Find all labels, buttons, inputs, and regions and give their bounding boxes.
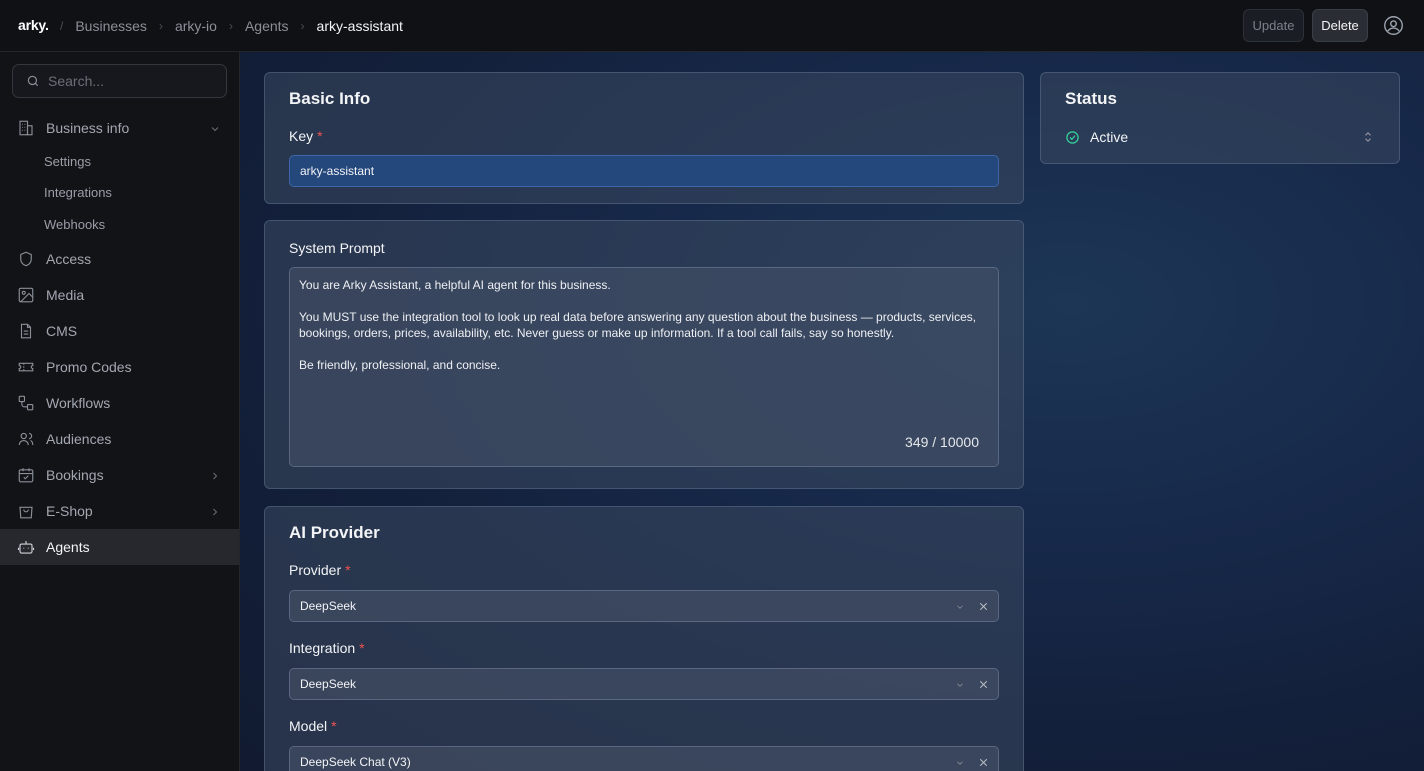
shopping-bag-icon [19, 506, 33, 519]
system-prompt-card: System Prompt You are Arky Assistant, a … [264, 220, 1024, 489]
prompt-paragraph: You MUST use the integration tool to loo… [299, 310, 977, 340]
integration-label: Integration * [289, 640, 365, 656]
basic-info-card: Basic Info Key * [264, 72, 1024, 204]
model-label: Model * [289, 718, 337, 734]
image-icon [18, 287, 34, 303]
status-select[interactable]: Active [1065, 129, 1128, 145]
sidebar-item-access[interactable]: Access [0, 241, 239, 277]
users-icon [18, 432, 34, 446]
sidebar-item-workflows[interactable]: Workflows [0, 385, 239, 421]
status-card: Status Active [1040, 72, 1400, 164]
top-bar: arky. / Businesses › arky-io › Agents › … [0, 0, 1424, 52]
card-title: AI Provider [289, 523, 380, 542]
chevron-up-down-icon[interactable] [1363, 130, 1373, 144]
sidebar-item-promo-codes[interactable]: Promo Codes [0, 349, 239, 385]
chevron-down-icon[interactable] [209, 123, 221, 135]
sidebar-item-label: CMS [46, 323, 78, 339]
sidebar-item-media[interactable]: Media [0, 277, 239, 313]
card-title: Status [1065, 89, 1117, 108]
workflow-icon [18, 395, 34, 411]
sidebar-subitem-webhooks[interactable]: Webhooks [44, 217, 105, 232]
sidebar-item-agents[interactable]: Agents [0, 529, 239, 565]
provider-value: DeepSeek [300, 599, 357, 613]
breadcrumb-separator: / [60, 19, 64, 33]
search-icon [27, 75, 39, 87]
sidebar-item-label: Promo Codes [46, 359, 132, 375]
card-title: Basic Info [289, 89, 371, 108]
provider-label: Provider * [289, 562, 351, 578]
integration-value: DeepSeek [300, 677, 357, 691]
check-circle-icon [1066, 130, 1079, 144]
search-input[interactable] [48, 73, 218, 89]
chevron-down-icon[interactable] [955, 680, 965, 690]
ticket-icon [18, 362, 34, 372]
breadcrumb-separator: › [300, 19, 305, 33]
update-button[interactable]: Update [1243, 9, 1304, 42]
breadcrumb-current: arky-assistant [316, 18, 403, 34]
breadcrumb-businesses[interactable]: Businesses [75, 18, 147, 34]
user-account-icon[interactable] [1383, 15, 1404, 36]
calendar-icon [18, 468, 34, 483]
breadcrumb: / Businesses › arky-io › Agents › arky-a… [60, 18, 403, 34]
prompt-paragraph: Be friendly, professional, and concise. [299, 358, 501, 372]
sidebar-item-label: Audiences [46, 431, 112, 447]
breadcrumb-arky-io[interactable]: arky-io [175, 18, 217, 34]
model-select[interactable]: DeepSeek Chat (V3) [289, 746, 999, 771]
chevron-down-icon[interactable] [955, 602, 965, 612]
sidebar-subitem-settings[interactable]: Settings [44, 154, 91, 169]
character-counter: 349 / 10000 [905, 434, 979, 450]
bot-icon [17, 541, 35, 554]
breadcrumb-separator: › [228, 19, 233, 33]
chevron-right-icon[interactable] [209, 506, 221, 518]
search-box[interactable] [12, 64, 227, 98]
status-value: Active [1090, 129, 1129, 145]
clear-icon[interactable] [977, 678, 990, 691]
clear-icon[interactable] [977, 600, 990, 613]
clear-icon[interactable] [977, 756, 990, 769]
sidebar-item-label: Bookings [46, 467, 104, 483]
system-prompt-textarea[interactable]: You are Arky Assistant, a helpful AI age… [289, 267, 999, 467]
sidebar-item-business-info[interactable]: Business info [0, 110, 239, 146]
main-content: Basic Info Key* System Prompt You are Ar… [240, 52, 1424, 771]
brand-logo[interactable]: arky. [18, 17, 49, 33]
prompt-paragraph: You are Arky Assistant, a helpful AI age… [299, 278, 611, 292]
breadcrumb-agents[interactable]: Agents [245, 18, 289, 34]
system-prompt-label: System Prompt [289, 240, 385, 256]
breadcrumb-separator: › [158, 19, 163, 33]
sidebar-item-label: Business info [46, 120, 130, 136]
sidebar-item-label: Media [46, 287, 85, 303]
document-icon [20, 323, 32, 339]
sidebar-item-bookings[interactable]: Bookings [0, 457, 239, 493]
sidebar-item-label: Agents [46, 539, 90, 555]
shield-icon [20, 251, 32, 267]
sidebar-item-label: E-Shop [46, 503, 93, 519]
integration-select[interactable]: DeepSeek [289, 668, 999, 700]
sidebar-item-audiences[interactable]: Audiences [0, 421, 239, 457]
delete-button[interactable]: Delete [1312, 9, 1368, 42]
sidebar-item-label: Workflows [46, 395, 111, 411]
sidebar: Business info Settings Integrations Webh… [0, 52, 240, 771]
key-input[interactable] [289, 155, 999, 187]
sidebar-subitem-integrations[interactable]: Integrations [44, 185, 112, 200]
sidebar-item-e-shop[interactable]: E-Shop [0, 493, 239, 529]
building-icon [19, 120, 33, 136]
key-label: Key * [289, 128, 323, 144]
sidebar-item-cms[interactable]: CMS [0, 313, 239, 349]
chevron-down-icon[interactable] [955, 758, 965, 768]
sidebar-item-label: Access [46, 251, 92, 267]
provider-select[interactable]: DeepSeek [289, 590, 999, 622]
chevron-right-icon[interactable] [209, 470, 221, 482]
ai-provider-card: AI Provider Provider * DeepSeek Integrati… [264, 506, 1024, 771]
model-value: DeepSeek Chat (V3) [300, 755, 411, 769]
